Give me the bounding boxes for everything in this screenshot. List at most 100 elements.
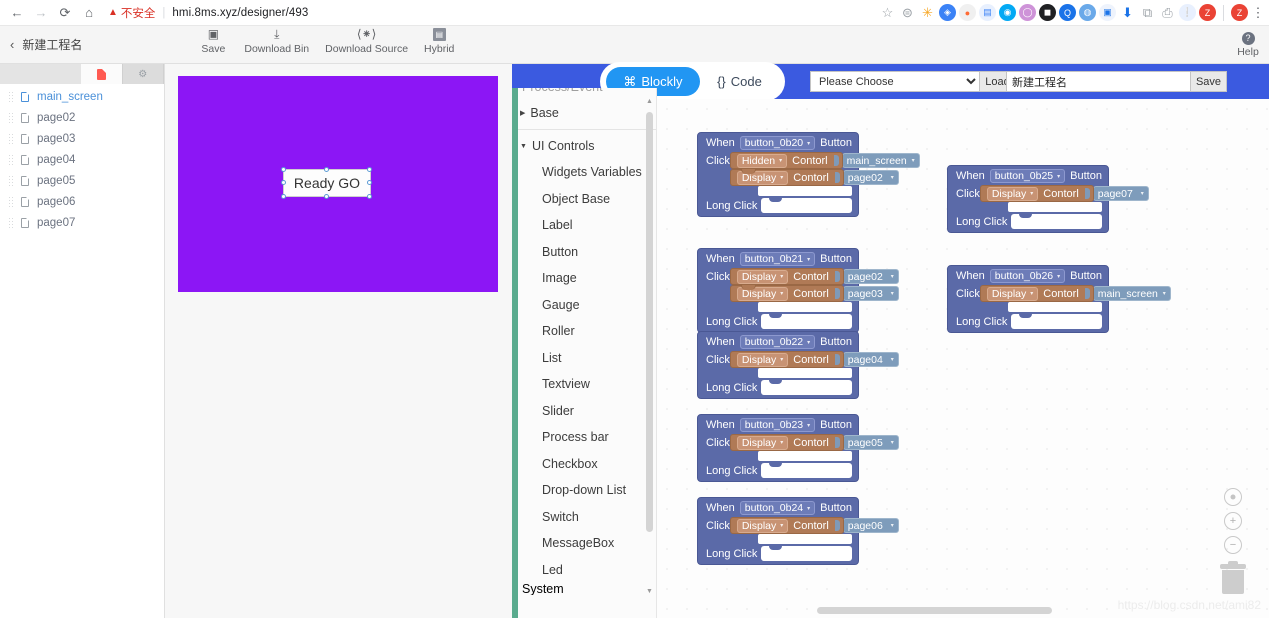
action-dropdown[interactable]: Hidden ▾ <box>736 153 788 168</box>
file-item-page07[interactable]: page07 <box>0 212 164 233</box>
designer-canvas[interactable]: Ready GO <box>165 64 512 618</box>
toolbox-item-drop-down-list[interactable]: Drop-down List <box>512 477 656 504</box>
extension-download-arrow[interactable]: ⬇ <box>1119 4 1136 21</box>
toolbox-item-image[interactable]: Image <box>512 265 656 292</box>
widget-dropdown[interactable]: button_0b23 ▾ <box>739 418 816 432</box>
target-dropdown[interactable]: page06 ▾ <box>842 518 899 533</box>
save-project-button[interactable]: Save <box>1191 71 1227 92</box>
extension-globe[interactable]: ⊜ <box>899 4 916 21</box>
block-button_0b20[interactable]: When button_0b20 ▾ Button Click Hidden ▾ Contor… <box>697 132 920 217</box>
extension-new-badge[interactable]: ▣ <box>1099 4 1116 21</box>
widget-dropdown[interactable]: button_0b24 ▾ <box>739 501 816 515</box>
control-statement[interactable]: Display ▾ Contorl <box>979 185 1094 202</box>
block-button_0b24[interactable]: When button_0b24 ▾ Button Click Display ▾ Conto… <box>697 497 899 565</box>
resize-handle-ne[interactable] <box>367 167 372 172</box>
toolbox-item-roller[interactable]: Roller <box>512 318 656 345</box>
toolbox-item-switch[interactable]: Switch <box>512 504 656 531</box>
extension-printer[interactable]: ⎙ <box>1159 4 1176 21</box>
drag-handle-icon[interactable] <box>8 175 14 186</box>
reload-icon[interactable]: ⟳ <box>54 2 76 24</box>
resize-handle-nw[interactable] <box>281 167 286 172</box>
drag-handle-icon[interactable] <box>8 91 14 102</box>
long-click-slot[interactable] <box>761 380 852 395</box>
target-dropdown[interactable]: page04 ▾ <box>842 352 899 367</box>
trash-icon[interactable] <box>1220 561 1246 594</box>
toolbox-scrollbar[interactable]: ▲ ▼ <box>645 98 654 598</box>
zoom-center-icon[interactable] <box>1224 488 1242 506</box>
extension-dark[interactable]: ◼ <box>1039 4 1056 21</box>
widget-dropdown[interactable]: button_0b22 ▾ <box>739 335 816 349</box>
zoom-in-icon[interactable]: + <box>1224 512 1242 530</box>
action-dropdown[interactable]: Display ▾ <box>986 186 1039 201</box>
long-click-slot[interactable] <box>761 314 852 329</box>
statement-row[interactable]: Display ▾ Contorl page07 ▾ <box>979 185 1149 202</box>
extension-screenshot[interactable]: ⧉ <box>1139 4 1156 21</box>
resize-handle-w[interactable] <box>281 180 286 185</box>
block-body[interactable]: When button_0b21 ▾ Button Click Display ▾ Conto… <box>697 248 899 333</box>
block-body[interactable]: When button_0b25 ▾ Button Click Display ▾ Conto… <box>947 165 1149 233</box>
back-arrow-icon[interactable]: ← <box>6 2 28 24</box>
resize-handle-e[interactable] <box>367 180 372 185</box>
insecure-indicator[interactable]: ▲ 不安全 <box>108 5 155 21</box>
long-click-slot[interactable] <box>1011 314 1102 329</box>
extension-search-blue[interactable]: Q <box>1059 4 1076 21</box>
zoom-out-icon[interactable]: − <box>1224 536 1242 554</box>
extension-note-red[interactable]: ❕ <box>1179 4 1196 21</box>
resize-handle-se[interactable] <box>367 194 372 199</box>
drag-handle-icon[interactable] <box>8 112 14 123</box>
toolbox-item-button[interactable]: Button <box>512 239 656 266</box>
control-statement[interactable]: Hidden ▾ Contorl <box>729 152 843 169</box>
control-statement[interactable]: Display ▾ Contorl <box>729 169 844 186</box>
ready-go-widget[interactable]: Ready GO <box>283 169 371 197</box>
file-item-page05[interactable]: page05 <box>0 170 164 191</box>
help-button[interactable]: ? Help <box>1231 26 1265 64</box>
drag-handle-icon[interactable] <box>8 196 14 207</box>
statement-row[interactable]: Display ▾ Contorl page03 ▾ <box>729 285 899 302</box>
control-statement[interactable]: Display ▾ Contorl <box>979 285 1094 302</box>
address-bar[interactable]: ▲ 不安全 | hmi.8ms.xyz/designer/493 <box>108 3 873 23</box>
target-dropdown[interactable]: page02 ▾ <box>842 170 899 185</box>
resize-handle-sw[interactable] <box>281 194 286 199</box>
widget-dropdown[interactable]: button_0b20 ▾ <box>739 136 816 150</box>
long-click-slot[interactable] <box>761 198 852 213</box>
widget-dropdown[interactable]: button_0b21 ▾ <box>739 252 816 266</box>
file-item-page02[interactable]: page02 <box>0 107 164 128</box>
back-button[interactable]: ‹ <box>0 37 22 52</box>
profile-avatar[interactable]: Z <box>1231 4 1248 21</box>
control-statement[interactable]: Display ▾ Contorl <box>729 351 844 368</box>
toolbox-item-textview[interactable]: Textview <box>512 371 656 398</box>
download-bin-button[interactable]: ⤓ Download Bin <box>236 28 317 56</box>
toolbox-item-messagebox[interactable]: MessageBox <box>512 530 656 557</box>
toolbox-item-process-bar[interactable]: Process bar <box>512 424 656 451</box>
action-dropdown[interactable]: Display ▾ <box>986 286 1039 301</box>
action-dropdown[interactable]: Display ▾ <box>736 352 789 367</box>
drag-handle-icon[interactable] <box>8 217 14 228</box>
extension-circle-purple[interactable]: ◯ <box>1019 4 1036 21</box>
target-dropdown[interactable]: main_screen ▾ <box>1092 286 1171 301</box>
toolbox-item-label[interactable]: Label <box>512 212 656 239</box>
block-button_0b26[interactable]: When button_0b26 ▾ Button Click Display ▾ Conto… <box>947 265 1171 333</box>
target-dropdown[interactable]: page03 ▾ <box>842 286 899 301</box>
resize-handle-s[interactable] <box>324 194 329 199</box>
drag-handle-icon[interactable] <box>8 133 14 144</box>
extension-notes[interactable]: ▤ <box>979 4 996 21</box>
widget-dropdown[interactable]: button_0b25 ▾ <box>989 169 1066 183</box>
control-statement[interactable]: Display ▾ Contorl <box>729 268 844 285</box>
control-statement[interactable]: Display ▾ Contorl <box>729 434 844 451</box>
scroll-up-arrow-icon[interactable]: ▲ <box>645 98 654 108</box>
file-item-page03[interactable]: page03 <box>0 128 164 149</box>
block-body[interactable]: When button_0b20 ▾ Button Click Hidden ▾ Contor… <box>697 132 920 217</box>
control-statement[interactable]: Display ▾ Contorl <box>729 285 844 302</box>
block-body[interactable]: When button_0b24 ▾ Button Click Display ▾ Conto… <box>697 497 899 565</box>
file-item-page04[interactable]: page04 <box>0 149 164 170</box>
toolbox-category-process-event[interactable]: Process/Event <box>512 88 656 618</box>
extension-circle-orange[interactable]: ● <box>959 4 976 21</box>
project-select[interactable]: Please Choose <box>811 72 979 91</box>
toolbox-item-widgets-variables[interactable]: Widgets Variables <box>512 159 656 186</box>
action-dropdown[interactable]: Display ▾ <box>736 269 789 284</box>
statement-row[interactable]: Hidden ▾ Contorl main_screen ▾ <box>729 152 920 169</box>
widget-dropdown[interactable]: button_0b26 ▾ <box>989 269 1066 283</box>
toolbox-item-checkbox[interactable]: Checkbox <box>512 451 656 478</box>
toolbox-item-led[interactable]: Led <box>512 557 656 584</box>
toolbox-item-gauge[interactable]: Gauge <box>512 292 656 319</box>
